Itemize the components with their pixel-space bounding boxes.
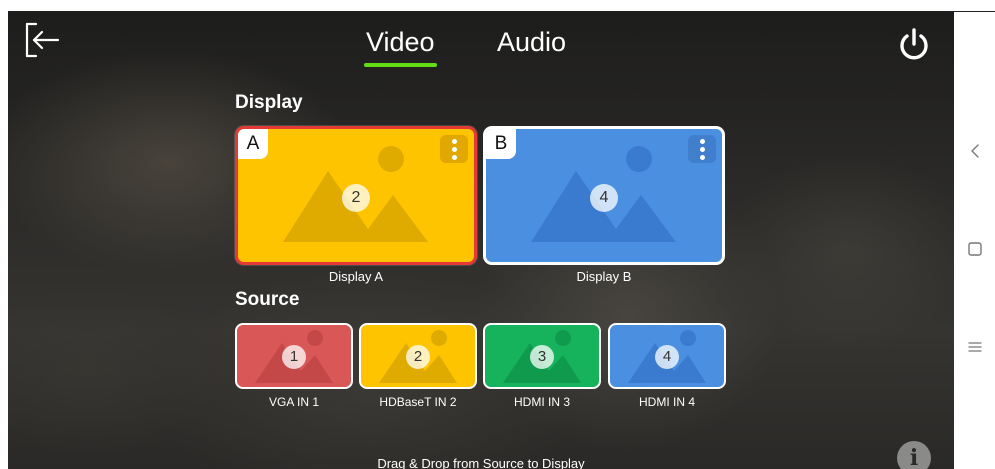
chevron-left-icon[interactable] (964, 140, 986, 162)
source-caption: HDMI IN 4 (638, 395, 695, 409)
source-tile-hdmi-in-3[interactable]: 3 (483, 323, 601, 389)
source-tile-vga-in-1[interactable]: 1 (235, 323, 353, 389)
source-caption: HDBaseT IN 2 (379, 395, 457, 409)
source-caption: HDMI IN 3 (513, 395, 570, 409)
tab-audio[interactable]: Audio (497, 27, 566, 58)
source-caption: VGA IN 1 (268, 395, 320, 409)
info-icon[interactable]: i (897, 441, 931, 469)
source-number-badge: 4 (655, 345, 679, 369)
more-vert-icon[interactable] (440, 135, 468, 163)
assigned-source-badge: 4 (590, 184, 618, 212)
source-number-badge: 1 (282, 345, 306, 369)
display-letter-label: A (238, 129, 268, 159)
source-section-title: Source (235, 289, 300, 310)
system-navigation-bar (954, 0, 995, 469)
source-number-badge: 2 (406, 345, 430, 369)
display-a-caption: Display A (328, 269, 384, 284)
source-tile-hdmi-in-4[interactable]: 4 (608, 323, 726, 389)
square-home-icon[interactable] (964, 238, 986, 260)
display-tile-a[interactable]: A 2 (235, 126, 477, 265)
tab-video[interactable]: Video (366, 27, 435, 58)
assigned-source-badge: 2 (342, 184, 370, 212)
display-section-title: Display (235, 92, 303, 113)
source-number-badge: 3 (530, 345, 554, 369)
display-b-caption: Display B (576, 269, 632, 284)
status-divider (954, 11, 995, 12)
app-screen: Video Audio Display A 2 Display A B 4 Di… (8, 11, 954, 469)
display-tile-b[interactable]: B 4 (483, 126, 725, 265)
menu-lines-icon[interactable] (964, 336, 986, 358)
source-tile-hdbaset-in-2[interactable]: 2 (359, 323, 477, 389)
power-icon[interactable] (894, 25, 934, 65)
drag-drop-hint: Drag & Drop from Source to Display (377, 456, 585, 469)
more-vert-icon[interactable] (688, 135, 716, 163)
display-letter-label: B (486, 129, 516, 159)
exit-arrow-icon[interactable] (22, 20, 62, 60)
active-tab-indicator (364, 63, 437, 67)
